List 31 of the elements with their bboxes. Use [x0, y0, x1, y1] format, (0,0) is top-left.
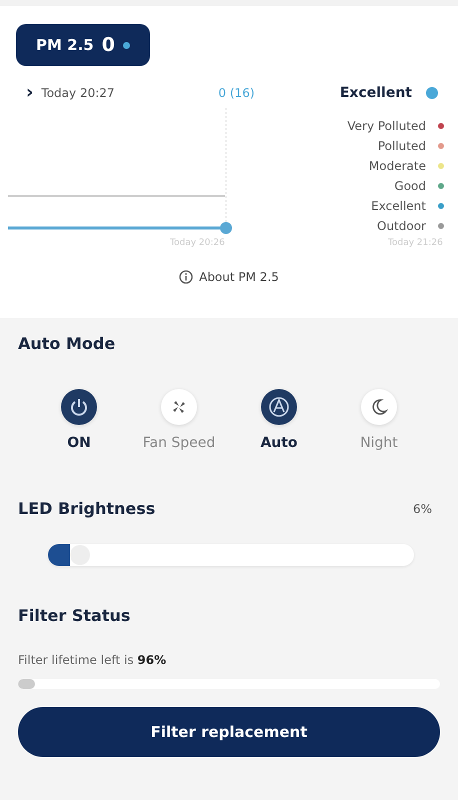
- reading-value: 0 (16): [218, 86, 255, 100]
- section-title: Filter Status: [18, 605, 132, 625]
- about-link[interactable]: About PM 2.5: [199, 270, 279, 284]
- brightness-slider[interactable]: [48, 544, 414, 566]
- mode-button[interactable]: Auto: [238, 389, 320, 451]
- power-icon: [69, 397, 89, 417]
- status-dot: [426, 87, 438, 99]
- badge-value: 0: [102, 34, 115, 56]
- legend-label: Polluted: [378, 139, 426, 153]
- air-quality-status: Excellent: [340, 85, 412, 101]
- legend-label: Moderate: [368, 159, 426, 173]
- info-icon: [179, 270, 194, 284]
- section-title: LED Brightness: [18, 499, 156, 518]
- filter-lifetime-text: Filter lifetime left is 96%: [18, 653, 168, 667]
- auto-mode-icon: [268, 396, 290, 418]
- reading-time: Today 20:27: [41, 86, 116, 100]
- filter-replacement-button[interactable]: Filter replacement: [18, 707, 440, 757]
- fan-icon: [171, 399, 187, 415]
- legend-label: Outdoor: [377, 219, 426, 233]
- brightness-reading: 6%: [412, 502, 432, 516]
- mode-button[interactable]: ON: [38, 389, 120, 451]
- legend-label: Very Polluted: [347, 119, 426, 133]
- legend-label: Excellent: [371, 199, 426, 213]
- legend-label: Good: [394, 179, 426, 193]
- status-dot: [122, 42, 130, 48]
- moon-icon: [370, 398, 388, 416]
- pm-badge[interactable]: PM 2.5 0: [16, 24, 150, 66]
- chevron[interactable]: ›: [26, 84, 34, 102]
- badge-label: PM 2.5: [36, 36, 94, 54]
- section-title: Auto Mode: [18, 333, 116, 353]
- slider-thumb[interactable]: [70, 545, 90, 565]
